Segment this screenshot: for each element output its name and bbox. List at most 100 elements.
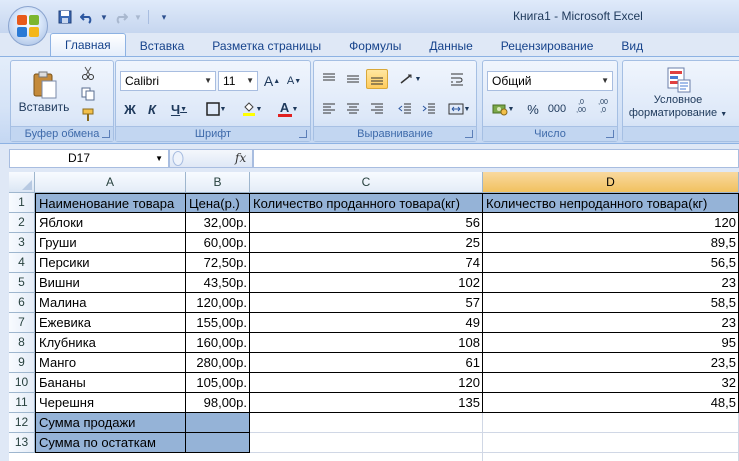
header-cell[interactable]: Количество непроданного товара(кг)	[483, 193, 739, 213]
decrease-decimal-button[interactable]: ,00 ,0	[593, 97, 613, 117]
increase-indent-button[interactable]	[418, 99, 440, 119]
table-cell[interactable]: 105,00р.	[186, 373, 250, 393]
table-cell[interactable]: 89,5	[483, 233, 739, 253]
align-right-button[interactable]	[366, 99, 388, 119]
table-cell[interactable]: 57	[250, 293, 483, 313]
alignment-launcher-icon[interactable]	[465, 130, 473, 138]
table-cell[interactable]: 32,00р.	[186, 213, 250, 233]
row-header-10[interactable]: 10	[9, 373, 35, 393]
table-cell[interactable]: 32	[483, 373, 739, 393]
table-cell[interactable]: 56,5	[483, 253, 739, 273]
number-launcher-icon[interactable]	[606, 130, 614, 138]
table-cell[interactable]: 23,5	[483, 353, 739, 373]
undo-icon[interactable]	[78, 8, 96, 26]
decrease-indent-button[interactable]	[394, 99, 416, 119]
table-cell[interactable]: 61	[250, 353, 483, 373]
column-header-b[interactable]: B	[186, 172, 250, 193]
office-button[interactable]	[8, 6, 48, 46]
row-header-11[interactable]: 11	[9, 393, 35, 413]
underline-button[interactable]: Ч ▼	[164, 99, 194, 119]
table-cell[interactable]: 120	[483, 213, 739, 233]
font-color-button[interactable]: A ▼	[272, 99, 304, 119]
conditional-formatting-button[interactable]: Условное форматирование ▼	[625, 63, 731, 123]
undo-dropdown-icon[interactable]: ▼	[100, 8, 108, 26]
align-center-button[interactable]	[342, 99, 364, 119]
empty-cell[interactable]	[250, 453, 483, 461]
row-header-2[interactable]: 2	[9, 213, 35, 233]
table-cell[interactable]: 102	[250, 273, 483, 293]
table-cell[interactable]: 155,00р.	[186, 313, 250, 333]
row-header-4[interactable]: 4	[9, 253, 35, 273]
row-header-12[interactable]: 12	[9, 413, 35, 433]
table-cell[interactable]: 95	[483, 333, 739, 353]
tab-review[interactable]: Рецензирование	[487, 35, 608, 57]
shrink-font-button[interactable]: A ▼	[284, 71, 304, 91]
copy-button[interactable]	[77, 84, 99, 104]
table-cell[interactable]: Яблоки	[35, 213, 186, 233]
customize-qat-icon[interactable]: ▾	[155, 8, 173, 26]
table-cell[interactable]: 58,5	[483, 293, 739, 313]
dots-handle-icon[interactable]	[172, 150, 184, 167]
tab-data[interactable]: Данные	[415, 35, 486, 57]
row-header-13[interactable]: 13	[9, 433, 35, 453]
summary-value-cell[interactable]	[186, 433, 250, 453]
clipboard-launcher-icon[interactable]	[102, 130, 110, 138]
increase-decimal-button[interactable]: ,0 ,00	[571, 97, 591, 117]
table-cell[interactable]: 120,00р.	[186, 293, 250, 313]
table-cell[interactable]: 108	[250, 333, 483, 353]
table-cell[interactable]: 48,5	[483, 393, 739, 413]
table-cell[interactable]: Вишни	[35, 273, 186, 293]
table-cell[interactable]: 23	[483, 273, 739, 293]
row-header-9[interactable]: 9	[9, 353, 35, 373]
orientation-button[interactable]: ▼	[394, 69, 426, 89]
grow-font-button[interactable]: A ▲	[262, 71, 282, 91]
table-cell[interactable]: Персики	[35, 253, 186, 273]
row-header-5[interactable]: 5	[9, 273, 35, 293]
row-header-3[interactable]: 3	[9, 233, 35, 253]
row-header-7[interactable]: 7	[9, 313, 35, 333]
bold-button[interactable]: Ж	[120, 99, 140, 119]
table-cell[interactable]: Груши	[35, 233, 186, 253]
italic-button[interactable]: К	[142, 99, 162, 119]
tab-home[interactable]: Главная	[50, 33, 126, 57]
align-bottom-button[interactable]	[366, 69, 388, 89]
empty-cell[interactable]	[250, 413, 483, 433]
tab-formulas[interactable]: Формулы	[335, 35, 415, 57]
row-header-1[interactable]: 1	[9, 193, 35, 213]
empty-cell[interactable]	[483, 413, 739, 433]
redo-dropdown-icon[interactable]: ▼	[134, 8, 142, 26]
table-cell[interactable]: Клубника	[35, 333, 186, 353]
table-cell[interactable]: 74	[250, 253, 483, 273]
cut-button[interactable]	[77, 63, 99, 83]
font-size-combo[interactable]: 11 ▼	[218, 71, 258, 91]
table-cell[interactable]: 43,50р.	[186, 273, 250, 293]
redo-icon[interactable]	[112, 8, 130, 26]
summary-label-cell[interactable]: Сумма по остаткам	[35, 433, 186, 453]
tab-page-layout[interactable]: Разметка страницы	[198, 35, 335, 57]
summary-value-cell[interactable]	[186, 413, 250, 433]
table-cell[interactable]: 56	[250, 213, 483, 233]
fill-color-button[interactable]: ▼	[236, 99, 268, 119]
column-header-d[interactable]: D	[483, 172, 739, 193]
select-all-button[interactable]	[9, 172, 35, 193]
tab-insert[interactable]: Вставка	[126, 35, 199, 57]
align-left-button[interactable]	[318, 99, 340, 119]
number-format-combo[interactable]: Общий ▼	[487, 71, 613, 91]
table-cell[interactable]: 160,00р.	[186, 333, 250, 353]
table-cell[interactable]: 72,50р.	[186, 253, 250, 273]
name-box[interactable]: D17 ▼	[9, 149, 169, 168]
table-cell[interactable]: Бананы	[35, 373, 186, 393]
format-painter-button[interactable]	[77, 105, 99, 125]
header-cell[interactable]: Цена(р.)	[186, 193, 250, 213]
merge-center-button[interactable]: ▼	[444, 99, 474, 119]
spreadsheet-grid[interactable]: A B C D 1 2 3 4 5 6 7 8 9 10 11 12 13 Наименование товара…	[9, 172, 739, 461]
insert-function-icon[interactable]: fx	[235, 151, 246, 165]
empty-cell[interactable]	[483, 453, 739, 461]
wrap-text-button[interactable]	[446, 69, 468, 89]
header-cell[interactable]: Наименование товара	[35, 193, 186, 213]
borders-button[interactable]: ▼	[200, 99, 232, 119]
header-cell[interactable]: Количество проданного товара(кг)	[250, 193, 483, 213]
table-cell[interactable]: Малина	[35, 293, 186, 313]
row-header-8[interactable]: 8	[9, 333, 35, 353]
formula-input[interactable]	[253, 149, 739, 168]
